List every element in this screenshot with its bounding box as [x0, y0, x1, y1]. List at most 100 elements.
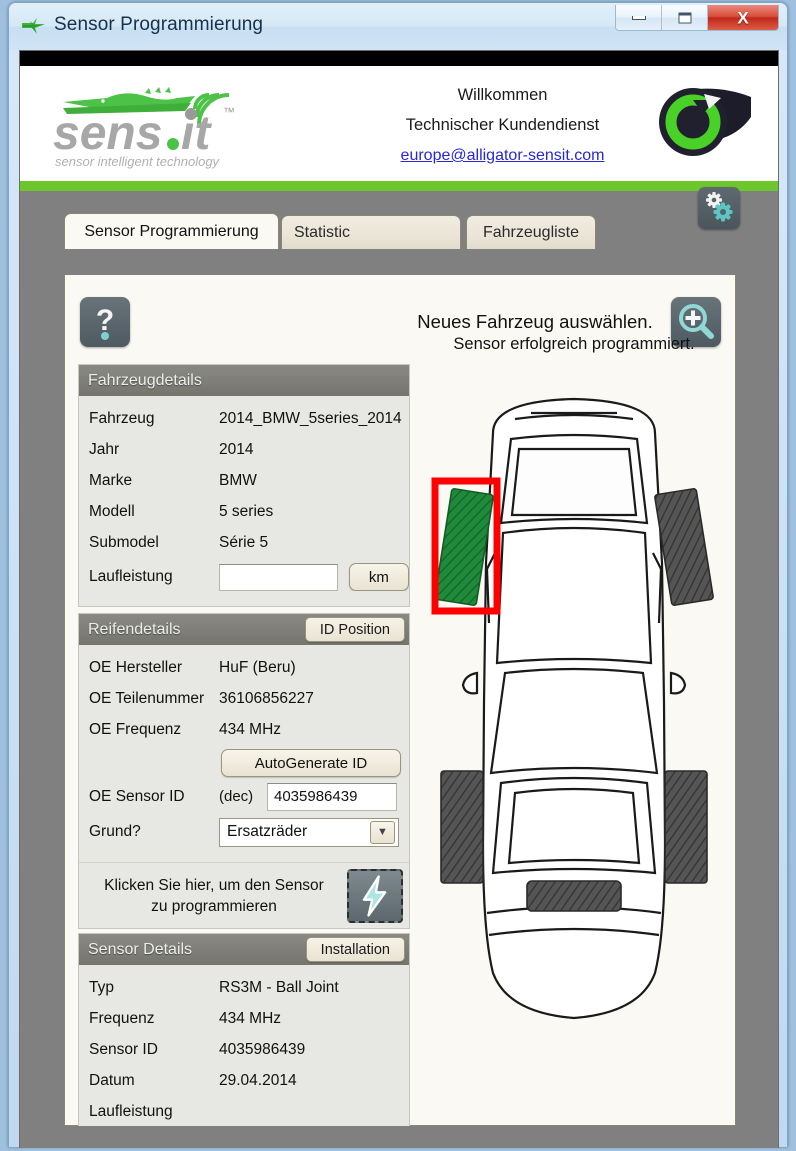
program-line-2: zu programmieren	[151, 897, 277, 915]
sensit-logo: sens it ™ sensor intelligent technology	[53, 87, 235, 169]
id-position-button[interactable]: ID Position	[304, 617, 405, 642]
table-row: Submodel Série 5	[79, 527, 409, 558]
row-label: Sensor ID	[89, 1040, 158, 1058]
maximize-button[interactable]	[662, 5, 708, 30]
autogenerate-row: AutoGenerate ID	[79, 745, 409, 781]
sensor-id-label: OE Sensor ID	[89, 787, 185, 805]
tab-sensor-programmierung[interactable]: Sensor Programmierung	[64, 213, 279, 249]
row-label: Datum	[89, 1071, 135, 1089]
app-logo-icon	[22, 18, 45, 34]
installation-button[interactable]: Installation	[305, 937, 405, 962]
panel-title: Fahrzeugdetails	[88, 371, 202, 389]
tab-label: Statistic	[294, 223, 351, 241]
settings-button[interactable]	[698, 187, 740, 229]
svg-text:sensor intelligent technology: sensor intelligent technology	[55, 154, 221, 169]
sensor-details-rows: Typ RS3M - Ball Joint Frequenz 434 MHz S…	[79, 965, 409, 1137]
row-value: RS3M - Ball Joint	[219, 978, 339, 996]
row-value: BMW	[219, 471, 257, 489]
table-row: Frequenz 434 MHz	[79, 1003, 409, 1034]
table-row: Modell 5 series	[79, 496, 409, 527]
reason-row: Grund? Ersatzräder ▼	[79, 812, 409, 852]
footer-strip	[20, 1126, 778, 1148]
reason-select[interactable]: Ersatzräder ▼	[219, 817, 399, 847]
row-label: OE Teilenummer	[89, 689, 205, 707]
green-divider-bar	[20, 181, 778, 191]
row-label: OE Frequenz	[89, 720, 182, 738]
row-value: 2014	[219, 440, 254, 458]
panel-title: Reifendetails	[88, 620, 181, 638]
program-sensor-text: Klicken Sie hier, um den Sensor zu progr…	[83, 875, 345, 917]
tab-label: Fahrzeugliste	[482, 223, 580, 241]
sensor-details-header: Sensor Details Installation	[79, 934, 409, 965]
row-label: Marke	[89, 471, 133, 489]
row-label: Fahrzeug	[89, 409, 155, 427]
program-line-1: Klicken Sie hier, um den Sensor	[104, 876, 324, 894]
sensor-id-input[interactable]: 4035986439	[267, 782, 397, 811]
sensor-id-unit: (dec)	[219, 788, 254, 805]
maximize-icon	[678, 12, 691, 23]
row-label: Jahr	[89, 440, 120, 458]
row-value: 434 MHz	[219, 720, 282, 738]
help-button[interactable]: ?	[80, 297, 130, 347]
row-label: OE Hersteller	[89, 658, 183, 676]
page-headline: Neues Fahrzeug auswählen.	[417, 311, 653, 332]
close-icon: X	[737, 8, 749, 27]
brand-header: sens it ™ sensor intelligent technology …	[20, 66, 778, 181]
svg-text:™: ™	[223, 105, 235, 119]
tab-strip: Sensor Programmierung Statistic Fahrzeug…	[20, 187, 778, 249]
vehicle-details-rows: Fahrzeug 2014_BMW_5series_2014 Jahr 2014…	[79, 396, 409, 606]
table-row: OE Teilenummer 36106856227	[79, 683, 409, 714]
row-value: 4035986439	[219, 1040, 306, 1058]
top-black-strip	[20, 51, 778, 66]
question-mark-icon: ?	[96, 304, 114, 340]
table-row: Jahr 2014	[79, 434, 409, 465]
tab-statistic[interactable]: Statistic	[281, 215, 461, 249]
row-value: 434 MHz	[219, 1009, 282, 1027]
row-label: Typ	[89, 978, 114, 996]
table-row: Datum 29.04.2014	[79, 1065, 409, 1096]
program-sensor-row[interactable]: Klicken Sie hier, um den Sensor zu progr…	[79, 862, 409, 928]
table-row: OE Hersteller HuF (Beru)	[79, 652, 409, 683]
reason-selected-value: Ersatzräder	[227, 823, 308, 840]
mileage-input[interactable]	[219, 563, 338, 591]
wheel-rear-right[interactable]	[664, 770, 708, 884]
minimize-button[interactable]	[616, 5, 662, 30]
row-value: 2014_BMW_5series_2014	[219, 409, 402, 427]
tab-fahrzeugliste[interactable]: Fahrzeugliste	[466, 215, 596, 249]
tab-label: Sensor Programmierung	[84, 222, 259, 240]
row-label: Modell	[89, 502, 135, 520]
programming-status-text: Sensor erfolgreich programmiert.	[453, 335, 695, 353]
mileage-label: Laufleistung	[89, 568, 173, 585]
tire-details-rows: OE Hersteller HuF (Beru) OE Teilenummer …	[79, 645, 409, 862]
row-value: 5 series	[219, 502, 274, 520]
application-body: sens it ™ sensor intelligent technology …	[19, 50, 779, 1148]
row-value: Série 5	[219, 533, 269, 551]
close-button[interactable]: X	[708, 5, 778, 30]
row-label: Submodel	[89, 533, 159, 551]
sensor-programming-panel: ? Neues Fahrzeug auswählen. Fahrzeugdeta…	[64, 275, 736, 1138]
title-bar: Sensor Programmierung X	[9, 3, 787, 50]
tire-details-header: Reifendetails ID Position	[79, 614, 409, 645]
vehicle-diagram: Sensor erfolgreich programmiert.	[415, 335, 733, 1125]
autogenerate-id-button[interactable]: AutoGenerate ID	[221, 749, 401, 777]
chevron-down-icon: ▼	[370, 820, 395, 844]
reason-label: Grund?	[89, 823, 141, 840]
alligator-brand-icon	[659, 88, 751, 156]
welcome-line-1: Willkommen	[457, 86, 548, 104]
mileage-unit-button[interactable]: km	[348, 563, 409, 591]
svg-text:sens: sens	[53, 107, 162, 160]
sensor-details-panel: Sensor Details Installation Typ RS3M - B…	[78, 933, 410, 1138]
row-value: 29.04.2014	[219, 1071, 297, 1089]
sensor-id-row: OE Sensor ID (dec) 4035986439	[79, 781, 409, 812]
wheel-rear-left[interactable]	[440, 770, 484, 884]
minimize-icon	[631, 15, 646, 20]
table-row: Typ RS3M - Ball Joint	[79, 972, 409, 1003]
row-value: 36106856227	[219, 689, 314, 707]
row-value: HuF (Beru)	[219, 658, 296, 676]
car-top-view	[431, 397, 714, 1020]
gear-icon	[706, 192, 733, 222]
program-sensor-button[interactable]	[347, 869, 403, 923]
row-label: Laufleistung	[89, 1102, 173, 1120]
panel-title: Sensor Details	[88, 940, 193, 958]
support-email-link[interactable]: europe@alligator-sensit.com	[401, 147, 605, 164]
